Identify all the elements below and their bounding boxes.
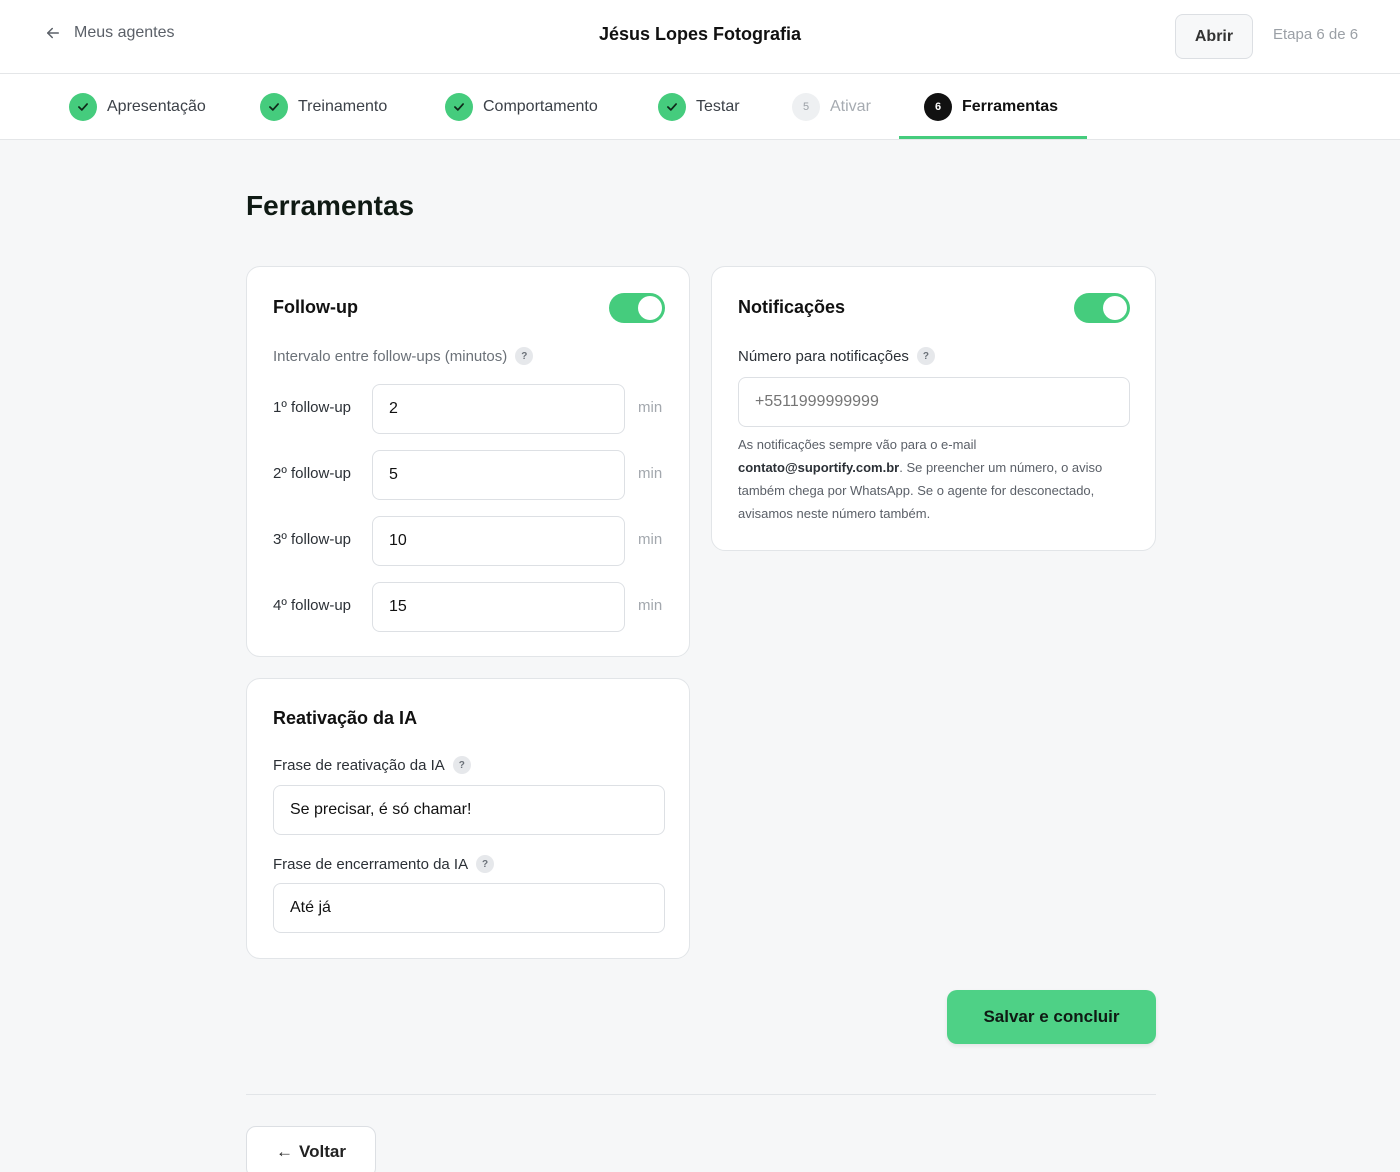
- step-label: Ativar: [830, 98, 871, 115]
- step-number-badge: 5: [792, 93, 820, 121]
- step-ferramentas[interactable]: 6 Ferramentas: [924, 74, 1058, 140]
- notification-number-label: Número para notificações ?: [738, 347, 935, 365]
- step-done-badge: [445, 93, 473, 121]
- reactivation-card: Reativação da IA Frase de reativação da …: [246, 678, 690, 959]
- check-icon: [454, 103, 464, 111]
- back-button-label: Voltar: [299, 1142, 346, 1161]
- notifications-toggle[interactable]: [1074, 293, 1130, 323]
- step-label: Ferramentas: [962, 98, 1059, 115]
- followup-row-label: 1º follow-up: [273, 399, 352, 416]
- reactivation-phrase-input[interactable]: [273, 785, 665, 835]
- step-treinamento[interactable]: Treinamento: [260, 74, 387, 140]
- step-done-badge: [69, 93, 97, 121]
- step-label: Apresentação: [107, 98, 206, 115]
- check-icon: [269, 103, 279, 111]
- check-icon: [78, 103, 88, 111]
- reactivation-title: Reativação da IA: [273, 708, 418, 728]
- help-icon[interactable]: ?: [452, 756, 471, 774]
- unit-label: min: [638, 597, 663, 614]
- followup-toggle[interactable]: [609, 293, 665, 323]
- followup-3-input[interactable]: [372, 516, 625, 566]
- followup-2-input[interactable]: [372, 450, 625, 500]
- step-done-badge: [658, 93, 686, 121]
- unit-label: min: [638, 465, 663, 482]
- unit-label: min: [638, 531, 663, 548]
- notification-number-input[interactable]: [738, 377, 1130, 427]
- step-comportamento[interactable]: Comportamento: [445, 74, 598, 140]
- closing-phrase-label: Frase de encerramento da IA ?: [273, 855, 495, 873]
- step-label: Testar: [696, 98, 740, 115]
- closing-phrase-input[interactable]: [273, 883, 665, 933]
- followup-row-label: 2º follow-up: [273, 465, 352, 482]
- page-title: Ferramentas: [246, 190, 415, 221]
- toggle-knob: [1103, 296, 1127, 320]
- back-button[interactable]: ← Voltar: [246, 1126, 376, 1172]
- step-ativar[interactable]: 5 Ativar: [792, 74, 871, 140]
- arrow-left-icon: [47, 27, 59, 39]
- back-to-agents-link[interactable]: Meus agentes: [44, 24, 175, 42]
- notifications-title: Notificações: [738, 297, 846, 317]
- followup-title: Follow-up: [273, 297, 358, 317]
- help-icon[interactable]: ?: [476, 855, 495, 873]
- check-icon: [667, 103, 677, 111]
- notifications-card: Notificações Número para notificações ? …: [711, 266, 1156, 551]
- back-link-label: Meus agentes: [74, 24, 175, 41]
- help-icon[interactable]: ?: [515, 347, 534, 365]
- number-label-text: Número para notificações: [738, 347, 909, 365]
- followup-4-input[interactable]: [372, 582, 625, 632]
- followup-row-label: 4º follow-up: [273, 597, 352, 614]
- step-number-badge: 6: [924, 93, 952, 121]
- closing-label-text: Frase de encerramento da IA: [273, 855, 469, 873]
- followup-interval-label: Intervalo entre follow-ups (minutos) ?: [273, 347, 534, 365]
- help-icon[interactable]: ?: [916, 347, 935, 365]
- unit-label: min: [638, 399, 663, 416]
- reactivation-phrase-label: Frase de reativação da IA ?: [273, 756, 471, 774]
- step-label: Comportamento: [483, 98, 598, 115]
- top-bar: Meus agentes Jésus Lopes Fotografia Abri…: [0, 0, 1400, 74]
- interval-label-text: Intervalo entre follow-ups (minutos): [273, 347, 508, 365]
- reactivation-label-text: Frase de reativação da IA: [273, 756, 445, 774]
- note-prefix: As notificações sempre vão para o e-mail: [738, 437, 977, 452]
- followup-card: Follow-up Intervalo entre follow-ups (mi…: [246, 266, 690, 657]
- step-apresentacao[interactable]: Apresentação: [69, 74, 206, 140]
- step-done-badge: [260, 93, 288, 121]
- footer-divider: [246, 1094, 1156, 1095]
- step-testar[interactable]: Testar: [658, 74, 740, 140]
- toggle-knob: [638, 296, 662, 320]
- step-label: Treinamento: [298, 98, 388, 115]
- notifications-note: As notificações sempre vão para o e-mail…: [738, 433, 1118, 525]
- followup-row-label: 3º follow-up: [273, 531, 352, 548]
- arrow-left-icon: ←: [276, 1142, 294, 1161]
- followup-1-input[interactable]: [372, 384, 625, 434]
- save-and-finish-button[interactable]: Salvar e concluir: [947, 990, 1156, 1044]
- open-button[interactable]: Abrir: [1175, 14, 1253, 59]
- step-counter: Etapa 6 de 6: [1273, 26, 1359, 43]
- steps-bar: Apresentação Treinamento Comportamento T…: [0, 74, 1400, 140]
- note-email: contato@suportify.com.br: [738, 460, 900, 475]
- active-step-underline: [899, 136, 1087, 139]
